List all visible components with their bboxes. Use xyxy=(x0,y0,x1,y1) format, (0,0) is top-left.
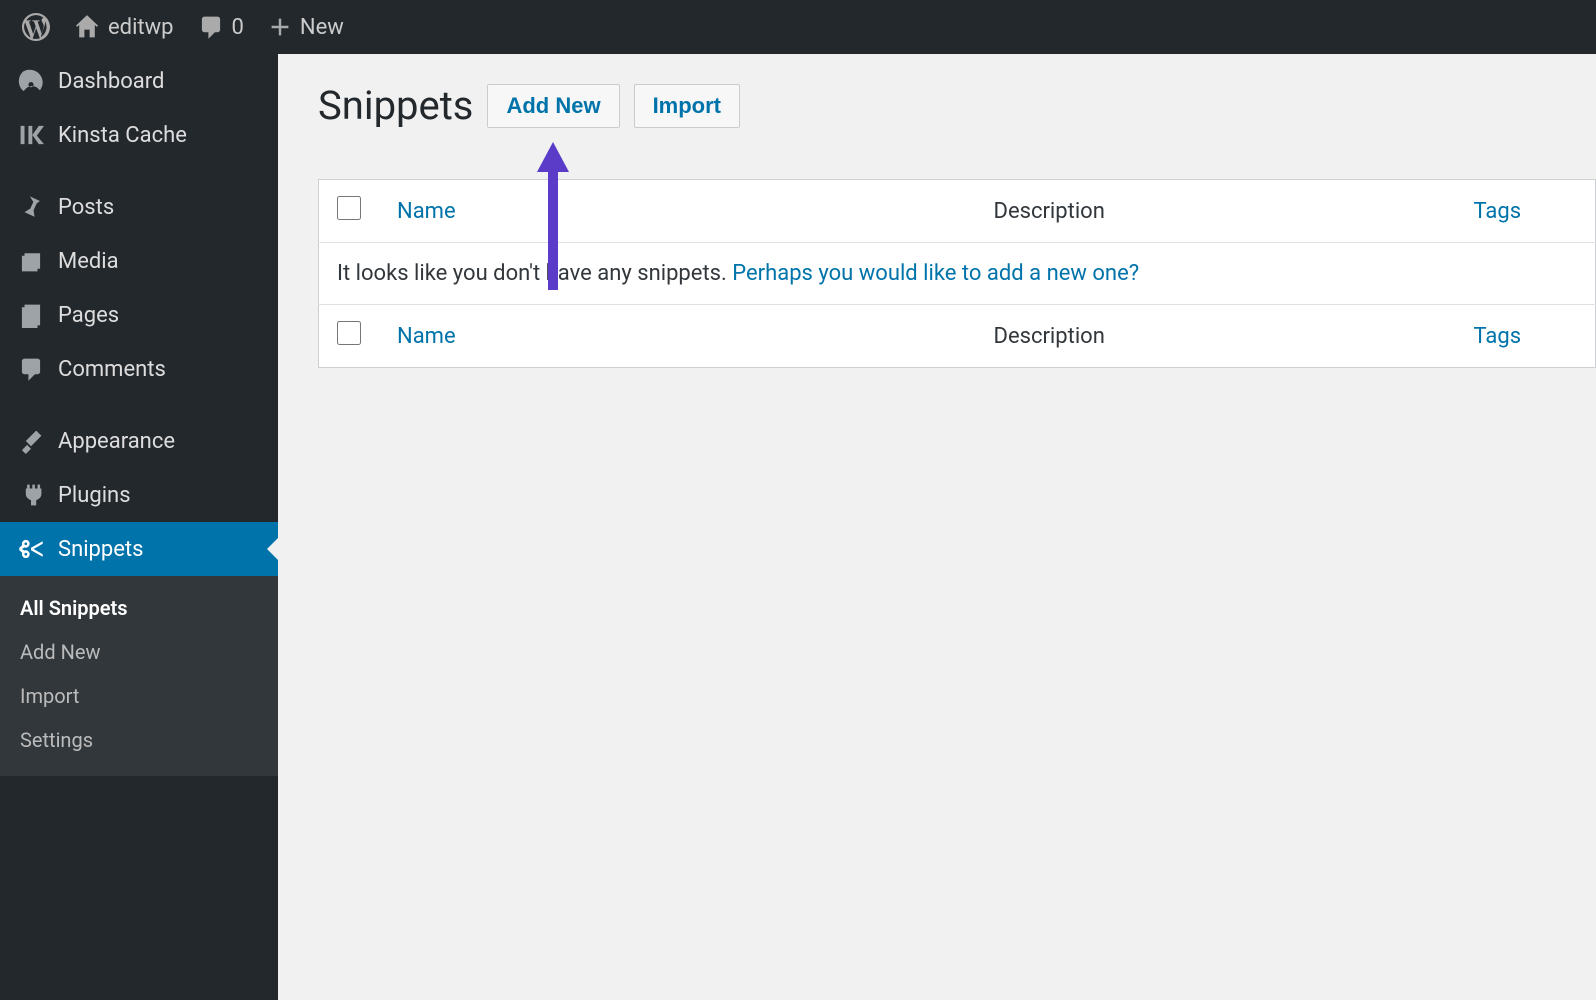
sidebar-item-label: Kinsta Cache xyxy=(58,123,187,148)
page-title: Snippets xyxy=(318,82,473,129)
submenu-item-settings[interactable]: Settings xyxy=(0,718,278,762)
select-all-checkbox-footer[interactable] xyxy=(337,321,361,345)
dashboard-icon xyxy=(18,68,44,94)
sidebar-item-label: Dashboard xyxy=(58,69,164,94)
sidebar-item-snippets[interactable]: Snippets xyxy=(0,522,278,576)
sidebar-submenu-snippets: All Snippets Add New Import Settings xyxy=(0,576,278,776)
sidebar-item-appearance[interactable]: Appearance xyxy=(0,414,278,468)
sidebar-item-pages[interactable]: Pages xyxy=(0,288,278,342)
plugins-icon xyxy=(18,482,44,508)
sidebar-item-plugins[interactable]: Plugins xyxy=(0,468,278,522)
menu-separator xyxy=(0,396,278,414)
new-content-button[interactable]: New xyxy=(256,0,356,54)
comments-link[interactable]: 0 xyxy=(186,0,256,54)
sidebar-item-dashboard[interactable]: Dashboard xyxy=(0,54,278,108)
column-footer-description: Description xyxy=(976,305,1456,368)
home-icon xyxy=(74,14,100,40)
table-footer-row: Name Description Tags xyxy=(319,305,1596,368)
sidebar-item-label: Pages xyxy=(58,303,119,328)
empty-state-row: It looks like you don't have any snippet… xyxy=(319,243,1596,305)
sidebar-item-media[interactable]: Media xyxy=(0,234,278,288)
sidebar-item-label: Plugins xyxy=(58,483,131,508)
add-new-button[interactable]: Add New xyxy=(487,84,619,128)
select-all-footer xyxy=(319,305,380,368)
pages-icon xyxy=(18,302,44,328)
media-icon xyxy=(18,248,44,274)
site-name: editwp xyxy=(108,15,174,40)
wp-logo-button[interactable] xyxy=(10,0,62,54)
submenu-item-add-new[interactable]: Add New xyxy=(0,630,278,674)
select-all-header xyxy=(319,180,380,243)
sidebar-item-label: Appearance xyxy=(58,429,175,454)
appearance-icon xyxy=(18,428,44,454)
select-all-checkbox[interactable] xyxy=(337,196,361,220)
snippets-table: Name Description Tags It looks like you … xyxy=(318,179,1596,368)
import-button[interactable]: Import xyxy=(634,84,740,128)
empty-state-text: It looks like you don't have any snippet… xyxy=(337,261,732,286)
kinsta-icon xyxy=(18,122,44,148)
sidebar-item-label: Comments xyxy=(58,357,166,382)
add-new-link[interactable]: Perhaps you would like to add a new one? xyxy=(732,261,1139,286)
admin-bar: editwp 0 New xyxy=(0,0,1596,54)
new-label: New xyxy=(300,15,344,40)
main-content: Snippets Add New Import Name Description… xyxy=(278,54,1596,1000)
column-footer-tags[interactable]: Tags xyxy=(1456,305,1596,368)
submenu-item-import[interactable]: Import xyxy=(0,674,278,718)
comment-icon xyxy=(198,14,224,40)
comment-icon xyxy=(18,356,44,382)
scissors-icon xyxy=(18,536,44,562)
admin-sidebar: Dashboard Kinsta Cache Posts Media Pages… xyxy=(0,54,278,1000)
submenu-item-all-snippets[interactable]: All Snippets xyxy=(0,586,278,630)
comment-count: 0 xyxy=(232,15,244,40)
column-header-name[interactable]: Name xyxy=(379,180,976,243)
site-link[interactable]: editwp xyxy=(62,0,186,54)
sidebar-item-label: Snippets xyxy=(58,537,144,562)
pin-icon xyxy=(18,194,44,220)
column-footer-name[interactable]: Name xyxy=(379,305,976,368)
sidebar-item-comments[interactable]: Comments xyxy=(0,342,278,396)
column-header-tags[interactable]: Tags xyxy=(1456,180,1596,243)
table-header-row: Name Description Tags xyxy=(319,180,1596,243)
sidebar-item-label: Posts xyxy=(58,195,114,220)
wordpress-icon xyxy=(22,13,50,41)
menu-separator xyxy=(0,162,278,180)
column-header-description: Description xyxy=(976,180,1456,243)
sidebar-item-posts[interactable]: Posts xyxy=(0,180,278,234)
plus-icon xyxy=(268,15,292,39)
sidebar-item-label: Media xyxy=(58,249,119,274)
page-header: Snippets Add New Import xyxy=(318,82,1596,129)
sidebar-item-kinsta-cache[interactable]: Kinsta Cache xyxy=(0,108,278,162)
